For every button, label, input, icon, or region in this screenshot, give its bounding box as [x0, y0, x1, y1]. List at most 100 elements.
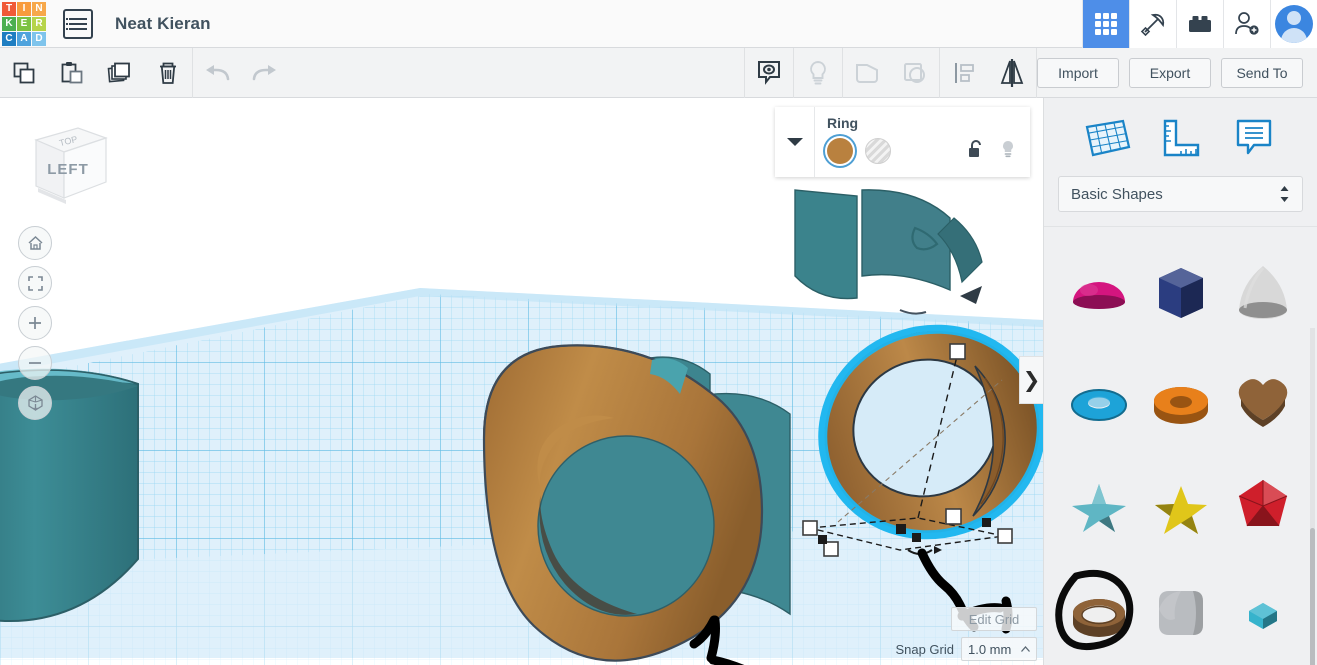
torus-shape[interactable]	[1062, 362, 1136, 436]
corner-handle-1	[818, 535, 827, 544]
logo-tile-r: R	[32, 16, 46, 31]
spinner-glyph	[1280, 186, 1289, 202]
heart-shape[interactable]	[1226, 362, 1300, 436]
hole-swatch[interactable]	[865, 138, 891, 164]
shape-panel-body: Ring	[815, 107, 1030, 177]
rounded-cube-shape[interactable]	[1144, 576, 1218, 650]
notes-icon[interactable]	[1226, 112, 1282, 164]
shape-row	[1055, 559, 1304, 665]
corner-handle-2	[982, 518, 991, 527]
zoom-out-icon[interactable]	[18, 346, 52, 380]
home-view-icon[interactable]	[18, 226, 52, 260]
gem-shape[interactable]	[1226, 576, 1300, 650]
logo-tile-i: I	[17, 1, 31, 16]
solid-color-swatch[interactable]	[827, 138, 853, 164]
lightbulb-icon[interactable]	[794, 48, 842, 98]
hexagonal-prism-shape[interactable]	[1144, 255, 1218, 329]
edit-grid-button[interactable]: Edit Grid	[951, 607, 1037, 631]
snap-grid-value: 1.0 mm	[968, 641, 1012, 657]
fit-to-view-icon[interactable]	[18, 266, 52, 300]
perspective-glyph	[27, 395, 43, 411]
tinkercad-app: TINKERCAD Neat Kieran Import Export Send…	[0, 0, 1317, 665]
shape-panel-icons	[968, 139, 1020, 164]
grid-apps-glyph	[1095, 12, 1117, 35]
group-icon[interactable]	[843, 48, 891, 98]
edit-grid-label: Edit Grid	[951, 607, 1037, 631]
shape-category-select[interactable]: Basic Shapes	[1058, 176, 1303, 212]
heart-shape-glyph	[1238, 378, 1288, 427]
pickaxe-glyph	[1140, 13, 1165, 36]
pickaxe-minecraft-icon[interactable]	[1129, 0, 1176, 48]
tube-shape-glyph	[1154, 386, 1208, 424]
rounded-cube-shape-glyph	[1159, 590, 1203, 635]
snap-grid-label: Snap Grid	[895, 641, 954, 657]
snap-grid-select[interactable]: 1.0 mm	[961, 637, 1037, 661]
zoom-in-icon[interactable]	[18, 306, 52, 340]
add-person-icon[interactable]	[1223, 0, 1270, 48]
align-glyph	[955, 62, 974, 83]
copy-icon[interactable]	[0, 48, 48, 98]
star-shape[interactable]	[1144, 469, 1218, 543]
solid-hole-toggle-icon[interactable]	[745, 48, 793, 98]
paraboloid-shape-glyph	[1239, 265, 1287, 319]
shape-panel-controls	[827, 138, 1020, 164]
duplicate-icon[interactable]	[96, 48, 144, 98]
delete-trash-icon[interactable]	[144, 48, 192, 98]
resize-handle-left	[802, 520, 818, 536]
hemisphere-shape[interactable]	[1062, 255, 1136, 329]
star-3d-shape[interactable]	[1062, 469, 1136, 543]
add-person-glyph	[1235, 11, 1259, 35]
unlock-glyph	[969, 139, 981, 157]
undo-icon[interactable]	[193, 48, 241, 98]
lego-brick-icon[interactable]	[1176, 0, 1223, 48]
ring-shape[interactable]	[1055, 569, 1136, 650]
view-orientation-cube[interactable]: TOP LEFT	[26, 116, 110, 204]
list-menu-icon[interactable]	[63, 8, 93, 39]
export-button[interactable]: Export	[1129, 57, 1211, 88]
lego-brick-glyph	[1189, 15, 1211, 32]
duplicate-glyph	[107, 62, 130, 82]
user-avatar[interactable]	[1270, 0, 1317, 48]
snap-grid-control: Snap Grid 1.0 mm	[895, 637, 1037, 661]
minus-glyph	[29, 362, 41, 364]
unlock-icon[interactable]	[968, 139, 984, 164]
ungroup-icon[interactable]	[891, 48, 939, 98]
resize-handle-top	[949, 343, 966, 360]
paste-icon[interactable]	[48, 48, 96, 98]
align-icon[interactable]	[940, 48, 988, 98]
perspective-toggle-icon[interactable]	[18, 386, 52, 420]
polyhedron-shape-glyph	[1238, 479, 1288, 526]
panel-collapse-tab[interactable]: ❯	[1019, 356, 1043, 404]
ruler-icon[interactable]	[1152, 112, 1208, 164]
3d-viewport[interactable]: TOP LEFT ❯ Edit Grid Snap Grid 1.0 mm Ri…	[0, 98, 1043, 665]
history-tools	[193, 48, 289, 98]
paraboloid-shape[interactable]	[1226, 255, 1300, 329]
star-3d-shape-glyph	[1072, 483, 1126, 532]
grid-apps-icon[interactable]	[1082, 0, 1129, 48]
avatar-glyph	[1275, 4, 1313, 43]
logo-tile-a: A	[17, 31, 31, 46]
logo-tile-c: C	[2, 31, 16, 46]
torus-shape-glyph	[1071, 388, 1127, 421]
ruler-glyph	[1164, 119, 1200, 157]
import-button[interactable]: Import	[1037, 57, 1119, 88]
lightbulb-icon[interactable]	[1000, 139, 1016, 164]
shape-row	[1058, 452, 1304, 559]
trash-glyph	[160, 62, 176, 84]
redo-glyph	[252, 64, 276, 80]
mirror-flip-icon[interactable]	[988, 48, 1036, 98]
shape-library-grid	[1044, 238, 1317, 665]
corner-handle-3	[912, 533, 921, 542]
notes-glyph	[1236, 119, 1272, 155]
tube-shape[interactable]	[1144, 362, 1218, 436]
redo-icon[interactable]	[241, 48, 289, 98]
shape-row	[1058, 345, 1304, 452]
polyhedron-shape[interactable]	[1226, 469, 1300, 543]
tinkercad-logo[interactable]: TIN KER CAD	[1, 1, 47, 47]
spinner-arrows-icon	[1279, 185, 1290, 203]
workplane-icon[interactable]	[1079, 112, 1135, 164]
send-to-button[interactable]: Send To	[1221, 57, 1303, 88]
caret-down-icon[interactable]	[775, 107, 815, 177]
center-handle	[896, 524, 906, 534]
lightbulb-glyph	[810, 60, 826, 84]
